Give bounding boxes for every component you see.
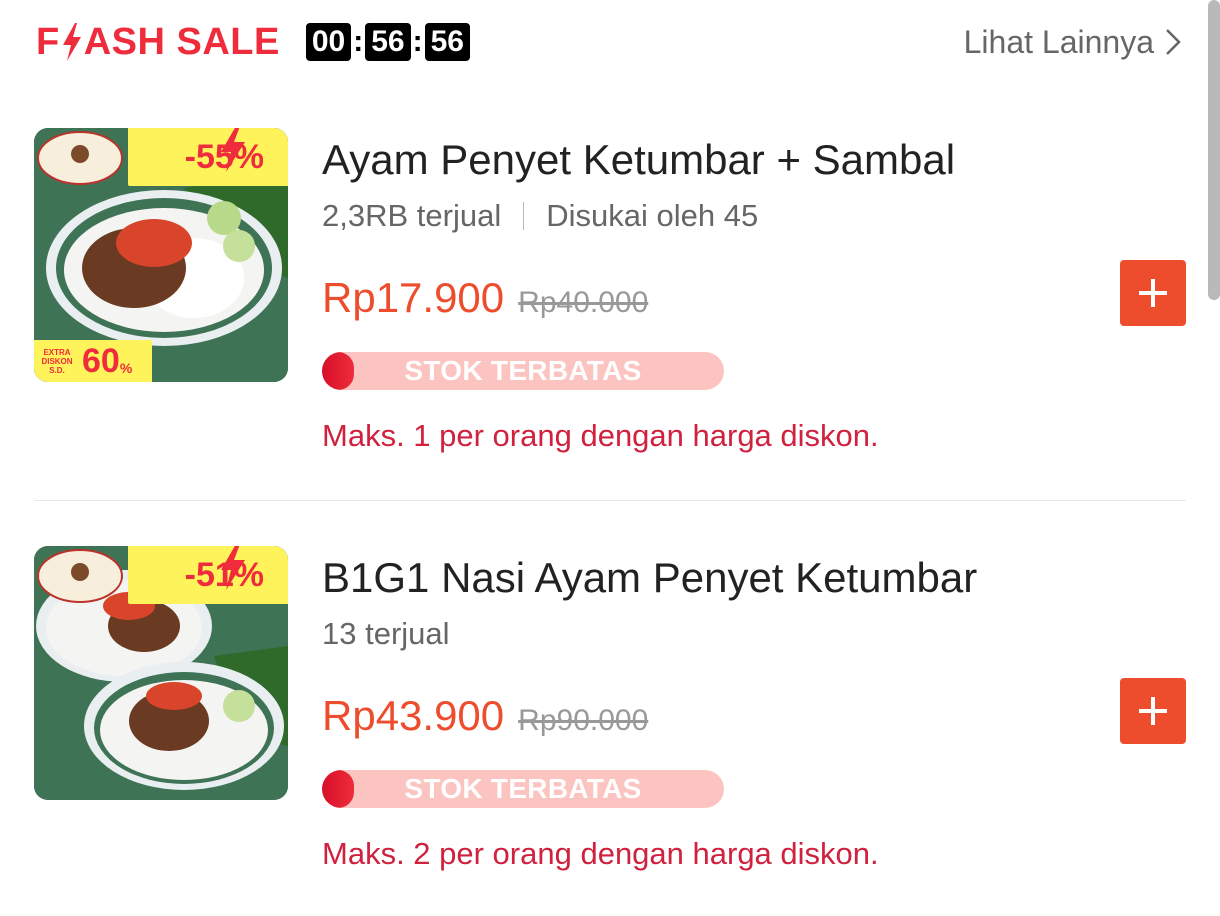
original-price: Rp40.000 [518, 286, 649, 319]
sold-count: 13 terjual [322, 616, 450, 651]
discount-badge: -55% [128, 128, 288, 186]
add-to-cart-button[interactable] [1120, 678, 1186, 744]
purchase-limit-text: Maks. 2 per orang dengan harga diskon. [322, 836, 879, 871]
lightning-icon [62, 23, 81, 61]
item-divider [34, 500, 1186, 501]
timer-hours: 00 [305, 23, 352, 61]
product-meta: 13 terjual [322, 616, 450, 652]
product-meta: 2,3RB terjual Disukai oleh 45 [322, 198, 758, 234]
plus-icon [1139, 279, 1167, 307]
purchase-limit-text: Maks. 1 per orang dengan harga diskon. [322, 418, 879, 453]
extra-discount-percent: % [119, 360, 133, 376]
stock-label: STOK TERBATAS [404, 355, 642, 386]
likes-count: Disukai oleh 45 [546, 198, 759, 233]
stock-progress-bar: STOK TERBATAS [322, 352, 724, 390]
original-price: Rp90.000 [518, 704, 649, 737]
extra-discount-badge: EXTRA DISKON S.D. 60 % [34, 340, 152, 382]
product-thumbnail[interactable]: -51% [34, 546, 288, 800]
add-to-cart-button[interactable] [1120, 260, 1186, 326]
chevron-right-icon [1166, 29, 1181, 55]
stock-progress-bar: STOK TERBATAS [322, 770, 724, 808]
flash-sale-title: F ASH SALE [36, 21, 280, 64]
meta-divider [523, 202, 525, 230]
scrollbar[interactable] [1208, 0, 1220, 300]
see-more-link[interactable]: Lihat Lainnya [964, 24, 1182, 61]
timer-separator: : [412, 25, 423, 58]
flash-title-suffix: ASH SALE [83, 20, 280, 63]
flash-title-prefix: F [36, 20, 60, 63]
product-title[interactable]: Ayam Penyet Ketumbar + Sambal [322, 136, 955, 184]
plus-icon [1139, 697, 1167, 725]
price-row: Rp17.900 Rp40.000 [322, 274, 648, 322]
extra-discount-caption: EXTRA DISKON S.D. [41, 347, 73, 375]
product-thumbnail[interactable]: -55% EXTRA DISKON S.D. 60 % [34, 128, 288, 382]
price-row: Rp43.900 Rp90.000 [322, 692, 648, 740]
sold-count: 2,3RB terjual [322, 198, 502, 233]
lightning-icon [221, 128, 245, 172]
product-item[interactable]: -51% B1G1 Nasi Ayam Penyet Ketumbar 13 t… [34, 546, 1186, 886]
product-item[interactable]: -55% EXTRA DISKON S.D. 60 % Ayam Penyet … [34, 128, 1186, 468]
see-more-label: Lihat Lainnya [963, 23, 1154, 60]
timer-separator: : [353, 25, 364, 58]
flash-sale-header: F ASH SALE 00 : 56 : 56 Lihat Lainnya [36, 20, 1182, 64]
countdown-timer: 00 : 56 : 56 [305, 23, 470, 61]
timer-seconds: 56 [424, 23, 470, 61]
discount-badge: -51% [128, 546, 288, 604]
stock-label: STOK TERBATAS [404, 773, 642, 804]
product-title[interactable]: B1G1 Nasi Ayam Penyet Ketumbar [322, 554, 977, 602]
sale-price: Rp17.900 [322, 274, 505, 321]
extra-discount-value: 60 [82, 341, 120, 380]
sale-price: Rp43.900 [322, 692, 505, 739]
timer-minutes: 56 [365, 23, 411, 61]
lightning-icon [221, 546, 245, 590]
